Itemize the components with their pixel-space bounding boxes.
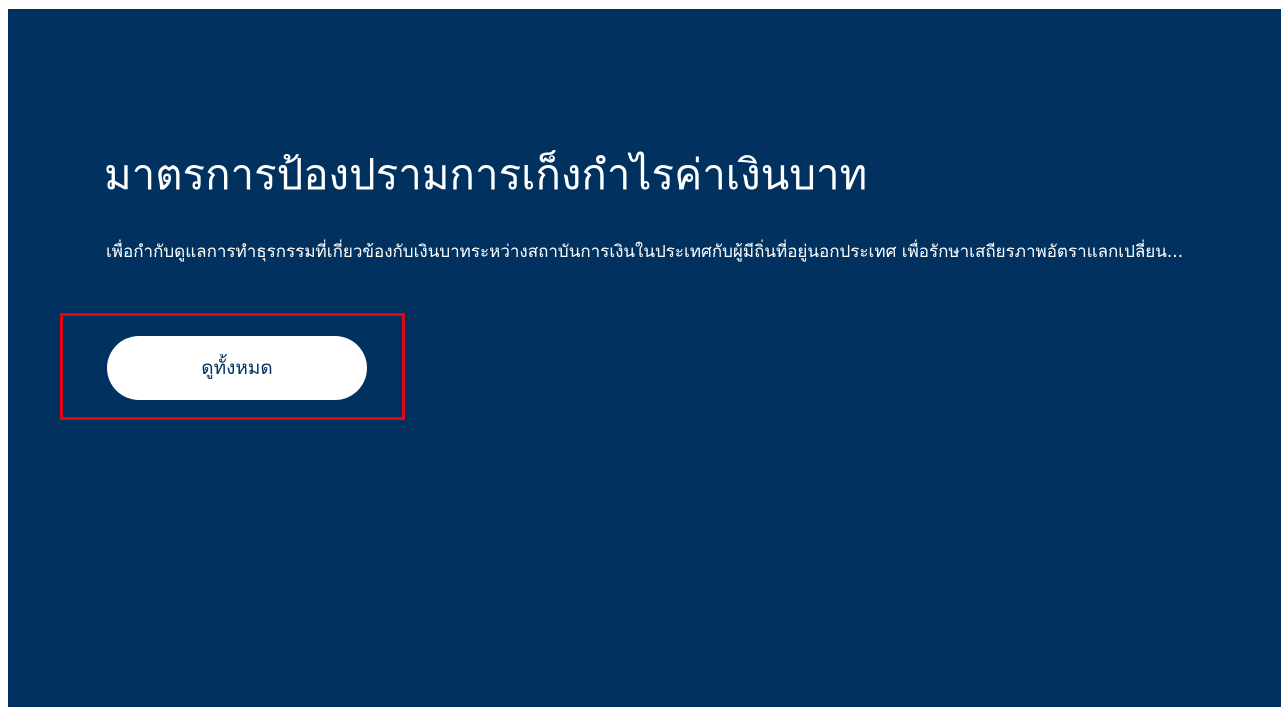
view-all-button[interactable]: ดูทั้งหมด xyxy=(107,336,367,400)
banner-title: มาตรการป้องปรามการเก็งกำไรค่าเงินบาท xyxy=(104,150,868,199)
banner-description: เพื่อกำกับดูแลการทำธุรกรรมที่เกี่ยวข้องก… xyxy=(106,242,1184,262)
